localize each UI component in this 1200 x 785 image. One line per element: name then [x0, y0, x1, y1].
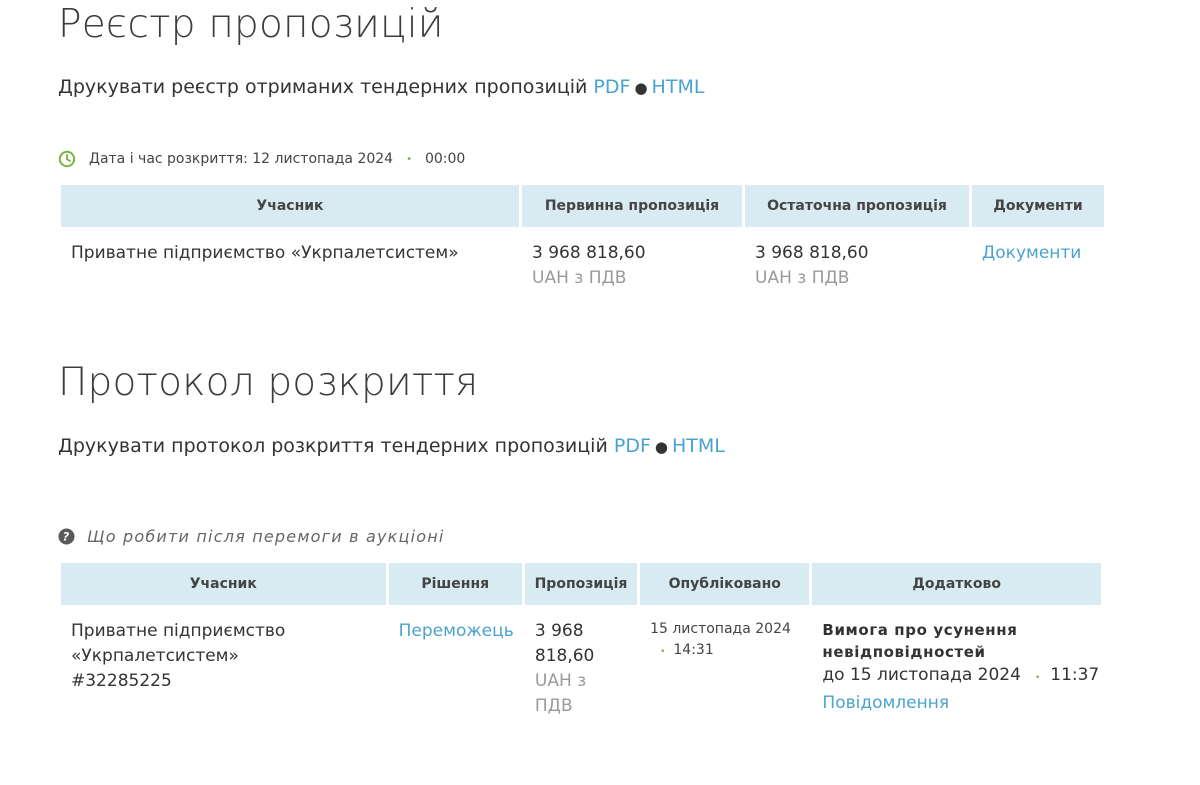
- protocol-table-header: Учасник Рішення Пропозиція Опубліковано …: [61, 563, 1101, 605]
- auction-help[interactable]: ? Що робити після перемоги в аукціоні: [58, 527, 445, 546]
- opening-time: 00:00: [424, 151, 466, 167]
- protocol-link-separator: ●: [654, 438, 668, 456]
- notification-link[interactable]: Повідомлення: [822, 693, 949, 713]
- documents-link[interactable]: Документи: [982, 243, 1081, 263]
- initial-offer-cell: 3 968 818,60 UAH з ПДВ: [522, 227, 742, 291]
- protocol-print-line: Друкувати протокол розкриття тендерних п…: [58, 435, 725, 457]
- protocol-html-link[interactable]: HTML: [672, 435, 725, 457]
- opening-datetime: Дата і час розкриття: 12 листопада 2024 …: [58, 150, 465, 168]
- table-row: Приватне підприємство «Укрпалетсистем» 3…: [61, 227, 1104, 291]
- participant-name-line1: Приватне підприємство: [71, 621, 286, 641]
- additional-cell: Вимога про усунення невідповідностей до …: [812, 605, 1101, 719]
- column-header-final-offer: Остаточна пропозиція: [745, 185, 969, 227]
- table-row: Приватне підприємство «Укрпалетсистем» #…: [61, 605, 1101, 719]
- published-cell: 15 листопада 2024 • 14:31: [640, 605, 809, 719]
- published-time: 14:31: [673, 642, 714, 658]
- offer-amount-line2: 818,60: [534, 646, 595, 666]
- column-header-additional: Додатково: [812, 563, 1101, 605]
- column-header-published: Опубліковано: [640, 563, 810, 605]
- offer-currency-line1: UAH з: [534, 671, 587, 691]
- offer-amount-line1: 3 968: [534, 621, 584, 641]
- opening-date-label: Дата і час розкриття: 12 листопада 2024: [89, 151, 394, 167]
- initial-offer-amount: 3 968 818,60: [532, 243, 646, 263]
- column-header-participant: Учасник: [61, 563, 386, 605]
- documents-cell: Документи: [972, 227, 1104, 291]
- column-header-participant: Учасник: [61, 185, 519, 227]
- page: Реєстр пропозицій Друкувати реєстр отрим…: [0, 0, 1200, 785]
- final-offer-amount: 3 968 818,60: [755, 243, 869, 263]
- initial-offer-currency: UAH з ПДВ: [532, 268, 627, 288]
- registry-link-separator: ●: [634, 79, 648, 97]
- published-time-line: • 14:31: [650, 640, 799, 663]
- clock-icon: [58, 150, 76, 168]
- protocol-pdf-link[interactable]: PDF: [614, 435, 651, 457]
- requirement-deadline: до 15 листопада 2024 • 11:37: [822, 663, 1099, 691]
- published-dot: •: [660, 647, 666, 657]
- registry-html-link[interactable]: HTML: [652, 76, 705, 98]
- registry-pdf-link[interactable]: PDF: [593, 76, 630, 98]
- protocol-title: Протокол розкриття: [58, 360, 479, 405]
- participant-id: #32285225: [71, 671, 172, 691]
- offer-cell: 3 968 818,60 UAH з ПДВ: [525, 605, 637, 719]
- column-header-initial-offer: Первинна пропозиція: [522, 185, 742, 227]
- decision-cell: Переможець: [389, 605, 522, 719]
- protocol-print-text: Друкувати протокол розкриття тендерних п…: [58, 435, 608, 457]
- published-date: 15 листопада 2024: [650, 621, 791, 637]
- opening-dot: •: [406, 153, 412, 165]
- requirement-deadline-time: 11:37: [1050, 665, 1100, 685]
- registry-title: Реєстр пропозицій: [58, 2, 444, 47]
- registry-table: Учасник Первинна пропозиція Остаточна пр…: [58, 185, 1107, 291]
- column-header-decision: Рішення: [388, 563, 522, 605]
- question-icon: ?: [58, 528, 75, 545]
- column-header-documents: Документи: [972, 185, 1104, 227]
- participant-name-text: Приватне підприємство «Укрпалетсистем»: [71, 243, 459, 263]
- final-offer-cell: 3 968 818,60 UAH з ПДВ: [745, 227, 969, 291]
- decision-winner-link[interactable]: Переможець: [399, 621, 514, 641]
- auction-help-text[interactable]: Що робити після перемоги в аукціоні: [87, 527, 445, 546]
- registry-print-text: Друкувати реєстр отриманих тендерних про…: [58, 76, 588, 98]
- offer-currency-line2: ПДВ: [534, 696, 573, 716]
- svg-text:?: ?: [63, 530, 71, 544]
- final-offer-currency: UAH з ПДВ: [755, 268, 850, 288]
- registry-print-line: Друкувати реєстр отриманих тендерних про…: [58, 76, 704, 98]
- requirement-deadline-dot: •: [1034, 673, 1041, 683]
- column-header-offer: Пропозиція: [524, 563, 638, 605]
- registry-table-header: Учасник Первинна пропозиція Остаточна пр…: [61, 185, 1104, 227]
- protocol-table: Учасник Рішення Пропозиція Опубліковано …: [58, 563, 1104, 719]
- participant-cell: Приватне підприємство «Укрпалетсистем» #…: [61, 605, 386, 719]
- participant-name: Приватне підприємство «Укрпалетсистем»: [61, 227, 519, 291]
- requirement-deadline-date: до 15 листопада 2024: [822, 665, 1021, 685]
- participant-name-line2: «Укрпалетсистем»: [71, 646, 239, 666]
- requirement-title-line2: невідповідностей: [822, 643, 986, 661]
- requirement-title-line1: Вимога про усунення: [822, 621, 1018, 639]
